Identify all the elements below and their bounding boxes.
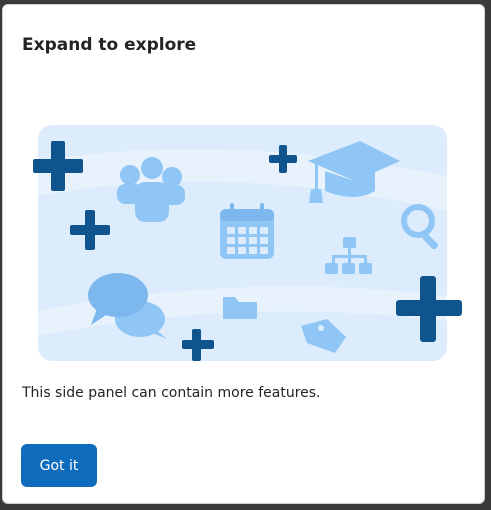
illustration bbox=[33, 125, 462, 361]
teaching-dialog: Expand to explore This side panel can co… bbox=[2, 4, 485, 504]
dialog-description: This side panel can contain more feature… bbox=[22, 385, 321, 401]
dialog-title: Expand to explore bbox=[22, 35, 197, 55]
got-it-button[interactable]: Got it bbox=[21, 444, 97, 487]
calendar-icon bbox=[220, 203, 274, 259]
